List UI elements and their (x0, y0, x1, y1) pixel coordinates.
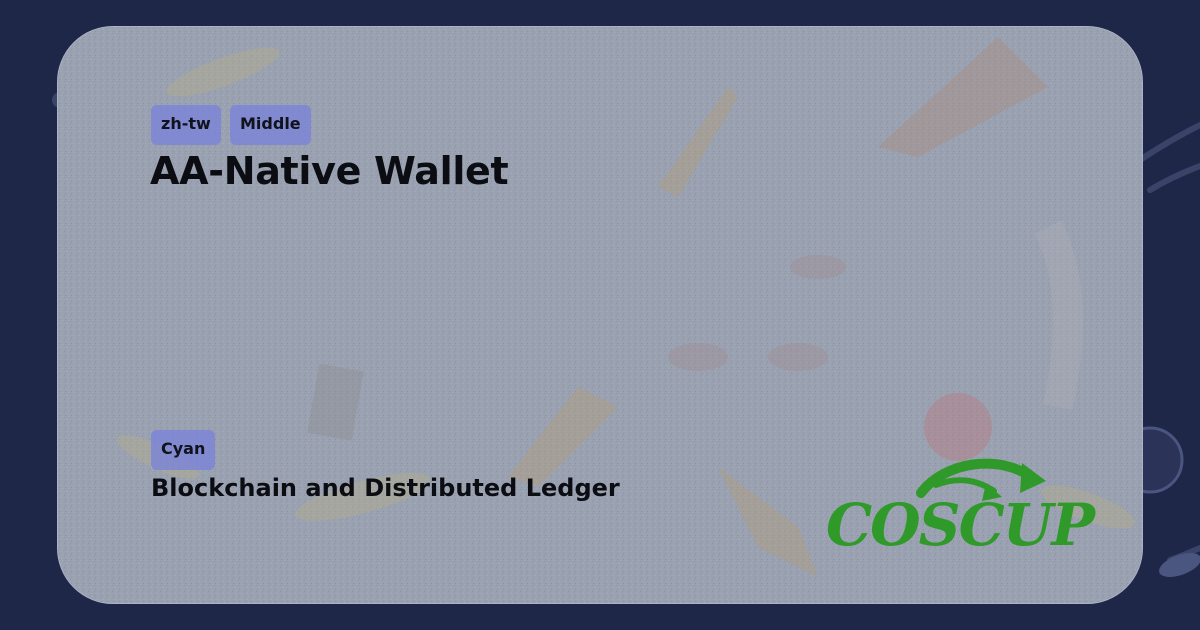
og-card-page: zh-tw Middle AA-Native Wallet Cyan Block… (0, 0, 1200, 630)
track-name: Blockchain and Distributed Ledger (151, 474, 620, 502)
logo-text: COSCUP (826, 491, 1096, 555)
language-tag: zh-tw (151, 105, 221, 145)
session-title: AA-Native Wallet (150, 149, 509, 193)
track-tag: Cyan (151, 430, 216, 470)
level-tag: Middle (230, 105, 311, 145)
session-card: zh-tw Middle AA-Native Wallet Cyan Block… (57, 26, 1143, 604)
coscup-logo-icon: COSCUP (826, 458, 1098, 555)
